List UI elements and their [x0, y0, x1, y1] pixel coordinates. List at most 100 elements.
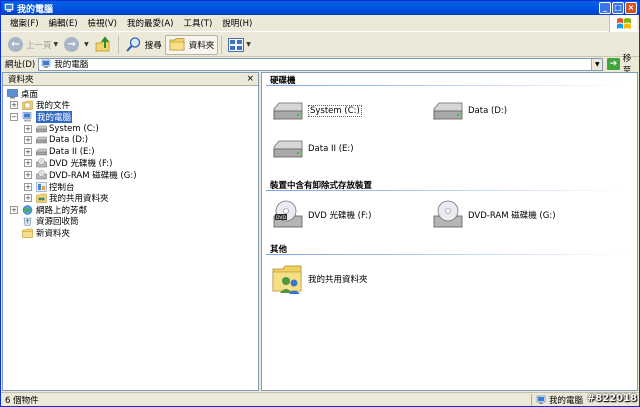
tree-item-my-computer[interactable]: − 我的電腦 [3, 110, 258, 123]
desktop-icon [7, 88, 18, 99]
tree-item-shared-folder[interactable]: + 我的共用資料夾 [3, 192, 258, 204]
search-icon [126, 37, 140, 52]
tree-item-new-folder[interactable]: 新資料夾 [3, 227, 258, 239]
minimize-button[interactable]: _ [599, 2, 611, 14]
my-computer-icon [4, 3, 14, 12]
hard-drive-icon [36, 136, 47, 144]
folders-pane-header: 資料夾 × [3, 73, 258, 86]
expand-icon[interactable]: + [24, 170, 32, 179]
tree-item-label: 資源回收筒 [36, 217, 79, 228]
search-label: 搜尋 [144, 40, 162, 51]
tree-item-label: 網路上的芳鄰 [36, 205, 88, 216]
shared-folder-item[interactable]: 我的共用資料夾 [272, 263, 368, 295]
address-label: 網址(D) [5, 60, 36, 70]
back-button[interactable]: ← 上一頁 ▼ [5, 35, 61, 55]
shared-folder-icon [36, 193, 47, 203]
recycle-bin-icon [23, 218, 32, 227]
expand-icon[interactable]: + [10, 101, 18, 110]
tree-item-drive-f[interactable]: + DVD 光碟機 (F:) [3, 158, 258, 169]
my-computer-icon [41, 59, 51, 68]
menu-help[interactable]: 說明(H) [217, 17, 257, 29]
drive-item-g[interactable]: DVD-RAM 磁碟機 (G:) [432, 199, 556, 231]
drive-item-f[interactable]: DVD DVD 光碟機 (F:) [272, 199, 371, 231]
tree-item-label: Data II (E:) [49, 146, 95, 157]
tree-item-recycle-bin[interactable]: 資源回收筒 [3, 216, 258, 228]
menu-file[interactable]: 檔案(F) [5, 17, 44, 29]
status-location-label: 我的電腦 [549, 395, 584, 406]
hard-drive-icon [272, 95, 304, 127]
drive-item-e[interactable]: Data II (E:) [272, 133, 354, 165]
address-dropdown-button[interactable]: ▼ [591, 58, 603, 70]
address-input[interactable]: 我的電腦 ▼ [38, 57, 604, 71]
collapse-icon[interactable]: − [10, 112, 18, 121]
expand-icon[interactable]: + [24, 124, 32, 133]
watermark-text: #822018 [586, 393, 637, 404]
tree-item-my-documents[interactable]: + 我的文件 [3, 100, 258, 112]
back-arrow-icon: ← [8, 37, 23, 52]
tree-item-drive-g[interactable]: + DVD-RAM 磁碟機 (G:) [3, 169, 258, 181]
tree-item-control-panel[interactable]: + 控制台 [3, 181, 258, 193]
group-divider [266, 85, 626, 86]
expand-icon[interactable]: + [24, 136, 32, 145]
content-pane: 硬碟機 System (C:) Data (D:) Data II (E:) 裝… [261, 72, 638, 391]
drive-item-label: Data (D:) [468, 106, 508, 116]
go-arrow-icon: ➔ [607, 58, 620, 70]
tree-item-drive-e[interactable]: + Data II (E:) [3, 146, 258, 158]
close-icon[interactable]: × [246, 74, 254, 84]
tree-item-drive-c[interactable]: + System (C:) [3, 123, 258, 135]
tree-item-label: 我的文件 [36, 101, 71, 112]
up-folder-button[interactable] [92, 35, 115, 55]
toolbar: ← 上一頁 ▼ → ▼ 搜尋 資料夾 ▼ [1, 33, 639, 57]
status-location: 我的電腦 [531, 393, 584, 406]
tree-item-network-places[interactable]: + 網路上的芳鄰 [3, 204, 258, 216]
chevron-down-icon[interactable]: ▼ [54, 41, 59, 48]
window-controls: _ □ × [599, 2, 637, 14]
search-button[interactable]: 搜尋 [122, 35, 165, 55]
forward-button[interactable]: → ▼ [61, 35, 92, 55]
folders-button[interactable]: 資料夾 [164, 34, 219, 55]
group-divider [266, 254, 626, 255]
title-bar[interactable]: 我的電腦 _ □ × [1, 1, 639, 15]
drive-item-d[interactable]: Data (D:) [432, 95, 507, 127]
tree-item-label: 控制台 [49, 182, 75, 193]
drive-item-label: System (C:) [308, 105, 362, 117]
my-computer-icon [22, 112, 32, 122]
windows-logo-icon [609, 15, 637, 32]
status-object-count: 6 個物件 [5, 395, 39, 406]
menu-view[interactable]: 檢視(V) [83, 17, 122, 29]
drive-item-c[interactable]: System (C:) [272, 95, 362, 127]
tree-item-drive-d[interactable]: + Data (D:) [3, 134, 258, 146]
folders-label: 資料夾 [188, 40, 215, 51]
tree-item-label: 我的共用資料夾 [49, 194, 109, 205]
close-button[interactable]: × [625, 2, 637, 14]
up-folder-icon [95, 36, 110, 52]
expand-icon[interactable]: + [24, 182, 32, 191]
toolbar-separator [117, 35, 119, 54]
status-bar: 6 個物件 我的電腦 [1, 392, 639, 406]
folders-pane: 資料夾 × 桌面 + 我的文件 − 我的電腦 + System (C:) + D… [2, 72, 259, 391]
folder-tree: 桌面 + 我的文件 − 我的電腦 + System (C:) + Data (D… [3, 86, 258, 239]
documents-folder-icon [22, 101, 33, 111]
expand-icon[interactable]: + [24, 194, 32, 203]
views-button[interactable]: ▼ [225, 35, 254, 55]
menu-edit[interactable]: 編輯(E) [44, 17, 83, 29]
chevron-down-icon[interactable]: ▼ [84, 41, 89, 48]
tree-item-desktop[interactable]: 桌面 [3, 88, 258, 100]
dvd-drive-icon [432, 199, 464, 231]
tree-item-label: 新資料夾 [36, 228, 71, 239]
expand-icon[interactable]: + [10, 205, 18, 214]
tree-item-label: 我的電腦 [36, 110, 73, 123]
expand-icon[interactable]: + [24, 159, 32, 168]
dvd-drive-icon [36, 170, 47, 180]
forward-arrow-icon: → [64, 37, 80, 52]
folder-icon [169, 38, 185, 51]
shared-folder-label: 我的共用資料夾 [308, 275, 368, 285]
tree-item-label: System (C:) [49, 123, 99, 134]
menu-favorites[interactable]: 我的最愛(A) [122, 17, 178, 29]
folder-icon [22, 228, 33, 238]
chevron-down-icon[interactable]: ▼ [246, 41, 251, 48]
hard-drive-icon [36, 148, 47, 156]
menu-tools[interactable]: 工具(T) [178, 17, 217, 29]
maximize-button[interactable]: □ [612, 2, 624, 14]
expand-icon[interactable]: + [24, 147, 32, 156]
